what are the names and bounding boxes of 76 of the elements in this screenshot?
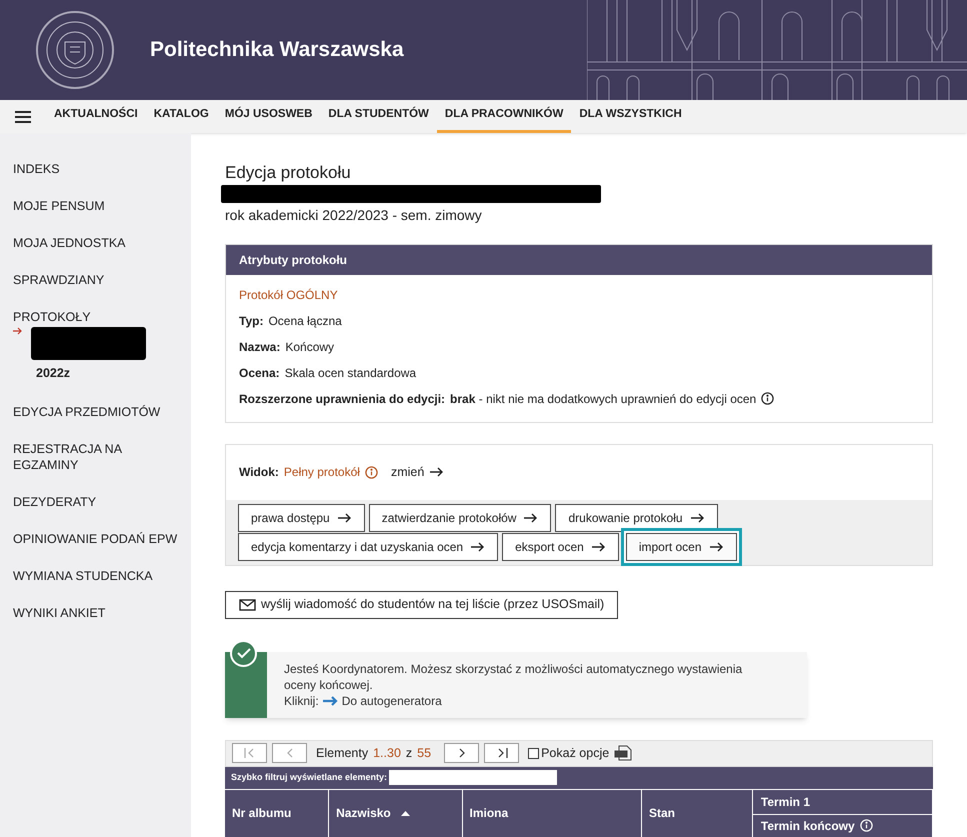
protocol-kind: Protokół OGÓLNY [239,286,339,304]
filter-input[interactable] [389,770,558,786]
arrow-icon [524,512,538,523]
nav-tab[interactable]: MÓJ USOSWEB [216,100,320,133]
column-header: Termin końcowy [752,814,932,837]
notice-text: Jesteś Koordynatorem. Możesz skorzystać z możliwości automatycznego wystawienia oceny końcowej. [284,660,744,693]
filter-label: Szybko filtruj wyświetlane elementy: [231,770,388,784]
info-icon [761,392,774,406]
arrow-icon [710,542,724,552]
info-icon [364,466,378,479]
nav-tab[interactable]: DLA PRACOWNIKÓW [436,100,572,133]
nav-tab[interactable]: DLA STUDENTÓW [320,100,437,133]
action-button[interactable]: drukowanie protokołu [555,504,718,532]
field-label: Nazwa: [239,338,280,356]
university-seal-icon [36,11,114,89]
envelope-icon [239,598,256,611]
chevron-right-icon [458,748,466,758]
arrow-icon [338,512,352,523]
pager-range: 1..30 [373,744,401,762]
arrow-icon [322,696,339,706]
first-page-icon [244,748,256,758]
nav-tab[interactable]: DLA WSZYSTKICH [571,100,690,133]
spreadsheet-icon[interactable] [614,745,632,762]
sidebar-link[interactable]: DEZYDERATY [13,494,178,510]
field-value: Skala ocen standardowa [284,364,416,382]
last-page-icon [496,748,508,758]
action-button[interactable]: prawa dostępu [238,504,365,532]
action-button[interactable]: eksport ocen [502,532,619,561]
pager-label: z [406,744,412,762]
arrow-icon [690,512,705,523]
pager-total: 55 [417,744,432,762]
column-header[interactable]: Nr albumu [225,790,330,837]
field-label: Ocena: [239,364,280,382]
nav-tab[interactable]: AKTUALNOŚCI [46,100,146,133]
panel-heading: Atrybuty protokołu [226,244,932,275]
nav-tab[interactable]: KATALOG [146,100,217,133]
mail-button[interactable]: wyślij wiadomość do studentów na tej liście (przez USOSmail) [225,590,618,619]
options-checkbox[interactable]: Pokaż opcje [528,744,610,762]
arrow-icon [430,467,444,478]
view-value: Pełny protokół [284,464,360,482]
column-header[interactable]: Stan [642,790,753,837]
page-title: Edycja protokołu [225,163,352,183]
change-link[interactable]: zmień [390,462,444,482]
sidebar-link[interactable]: SPRAWDZIANY [13,272,178,288]
sidebar-link[interactable]: EDYCJA PRZEDMIOTÓW [13,404,178,420]
pager-button[interactable] [484,743,520,764]
arrow-icon [13,327,23,335]
chevron-left-icon [286,748,294,758]
autogenerator-link[interactable]: Do autogeneratora [322,692,442,709]
sidebar-sublink[interactable]: 2022z [36,364,178,383]
sidebar-link[interactable]: INDEKS [13,161,178,177]
site-title: Politechnika Warszawska [150,37,404,64]
view-label: Widok: [239,464,279,482]
pager-label: Elementy [316,744,368,762]
action-button[interactable]: zatwierdzanie protokołów [368,504,552,532]
sidebar-link[interactable]: OPINIOWANIE PODAŃ EPW [13,530,178,547]
page-subtitle: rok akademicki 2022/2023 - sem. zimowy [225,206,483,225]
sidebar-link[interactable]: MOJE PENSUM [13,198,178,214]
sidebar-link[interactable]: REJESTRACJA NA EGZAMINY [13,440,178,473]
column-header[interactable]: Nazwisko [329,790,463,837]
field-label: Rozszerzone uprawnienia do edycji: [239,390,446,408]
field-value: Ocena łączna [268,312,342,330]
sidebar-link[interactable]: WYMIANA STUDENCKA [13,568,178,584]
arrow-icon [592,542,606,552]
sidebar-link[interactable]: PROTOKOŁY [13,309,178,325]
info-icon [860,819,873,832]
field-value: Końcowy [285,338,334,356]
arrow-icon [471,542,486,552]
column-header: Termin 1 [752,790,932,815]
column-header[interactable]: Imiona [462,790,642,837]
field-value: brak - nikt nie ma dodatkowych uprawnień do edycji ocen [450,390,756,408]
notice-label: Kliknij: [284,692,319,709]
sidebar-link[interactable]: WYNIKI ANKIET [13,604,178,621]
action-button[interactable]: edycja komentarzy i dat uzyskania ocen [238,532,498,561]
field-label: Typ: [239,312,264,330]
sidebar-link[interactable]: MOJA JEDNOSTKA [13,235,178,251]
